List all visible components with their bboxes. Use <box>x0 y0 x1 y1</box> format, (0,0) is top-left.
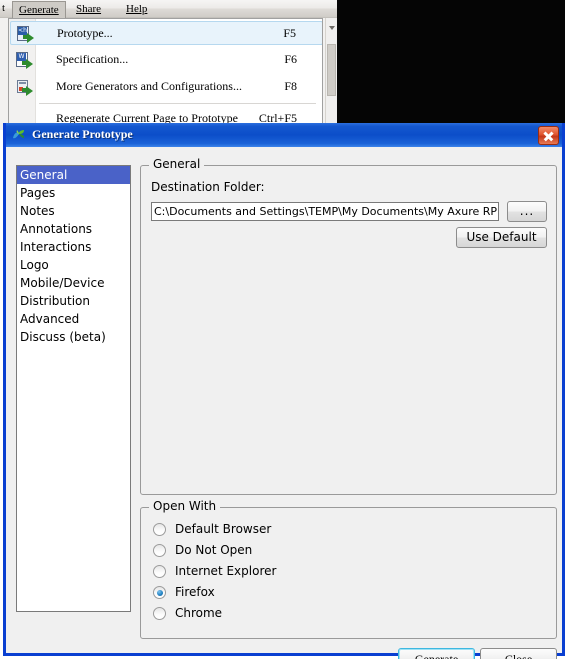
scroll-up-arrow-icon <box>329 26 335 30</box>
category-item-pages[interactable]: Pages <box>17 184 130 202</box>
menu-item-specification-shortcut: F6 <box>284 52 297 66</box>
radio-internet-explorer-label: Internet Explorer <box>175 564 277 578</box>
radio-firefox[interactable] <box>153 586 166 599</box>
background-scrollbar[interactable] <box>325 18 337 125</box>
category-item-distribution[interactable]: Distribution <box>17 292 130 310</box>
open-with-group-legend: Open With <box>149 499 221 513</box>
category-item-interactions[interactable]: Interactions <box>17 238 130 256</box>
radio-do-not-open[interactable] <box>153 544 166 557</box>
radio-firefox-label: Firefox <box>175 585 215 599</box>
word-generator-icon: W <box>16 52 33 69</box>
menu-item-specification[interactable]: W Specification... F6 <box>10 48 322 72</box>
radio-internet-explorer[interactable] <box>153 565 166 578</box>
category-item-notes[interactable]: Notes <box>17 202 130 220</box>
general-group: General Destination Folder: C:\Documents… <box>140 157 557 495</box>
menu-item-prototype-shortcut: F5 <box>283 26 296 40</box>
dialog-title-bar[interactable]: Generate Prototype <box>6 123 562 147</box>
radio-chrome[interactable] <box>153 607 166 620</box>
menu-help[interactable]: Help <box>120 1 153 17</box>
radio-default-browser[interactable] <box>153 523 166 536</box>
screen: t Generate Share Help <h Prototype... F5… <box>0 0 565 659</box>
dialog-title: Generate Prototype <box>32 127 133 141</box>
category-item-annotations[interactable]: Annotations <box>17 220 130 238</box>
category-listbox[interactable]: General Pages Notes Annotations Interact… <box>16 165 131 612</box>
more-generators-icon <box>16 79 33 96</box>
radio-default-browser-label: Default Browser <box>175 522 272 536</box>
menu-generate-label: Generate <box>19 4 59 16</box>
menu-item-more-generators-shortcut: F8 <box>284 79 297 93</box>
menu-item-specification-label: Specification... <box>56 52 129 66</box>
menu-bar: t Generate Share Help <box>0 0 337 18</box>
radio-do-not-open-label: Do Not Open <box>175 543 253 557</box>
dialog-body: General Pages Notes Annotations Interact… <box>6 147 562 659</box>
html-generator-icon: <h <box>17 26 34 43</box>
menu-share-label: Share <box>76 3 102 15</box>
open-with-group: Open With Default Browser Do Not Open In… <box>140 499 557 639</box>
close-icon[interactable] <box>538 126 559 145</box>
generate-prototype-dialog: Generate Prototype General Pages Notes A… <box>3 123 565 659</box>
use-default-button[interactable]: Use Default <box>456 227 547 248</box>
menu-item-prototype-label: Prototype... <box>57 26 113 40</box>
menu-item-more-generators[interactable]: More Generators and Configurations... F8 <box>10 75 322 99</box>
category-item-advanced[interactable]: Advanced <box>17 310 130 328</box>
menu-share[interactable]: Share <box>70 1 107 17</box>
category-item-logo[interactable]: Logo <box>17 256 130 274</box>
general-group-legend: General <box>149 157 205 171</box>
generate-button[interactable]: Generate <box>398 648 475 659</box>
category-item-discuss-beta[interactable]: Discuss (beta) <box>17 328 130 346</box>
menu-generate[interactable]: Generate <box>12 1 66 18</box>
menu-item-more-generators-label: More Generators and Configurations... <box>56 79 242 93</box>
generate-dropdown-menu: <h Prototype... F5 W Specification... F6 <box>8 18 323 130</box>
scrollbar-thumb[interactable] <box>327 44 336 96</box>
destination-folder-label: Destination Folder: <box>151 180 265 194</box>
menu-separator <box>39 103 316 104</box>
category-item-mobile-device[interactable]: Mobile/Device <box>17 274 130 292</box>
browse-button[interactable]: ... <box>507 201 547 222</box>
menu-help-label: Help <box>126 3 148 15</box>
destination-folder-input[interactable]: C:\Documents and Settings\TEMP\My Docume… <box>151 202 499 221</box>
black-desktop-area <box>337 0 565 125</box>
axure-butterfly-icon <box>11 127 27 143</box>
close-button[interactable]: Close <box>480 648 557 659</box>
radio-chrome-label: Chrome <box>175 606 223 620</box>
category-item-general[interactable]: General <box>17 166 130 184</box>
menu-item-prototype[interactable]: <h Prototype... F5 <box>10 21 322 45</box>
clipped-menu-label: t <box>2 2 6 14</box>
